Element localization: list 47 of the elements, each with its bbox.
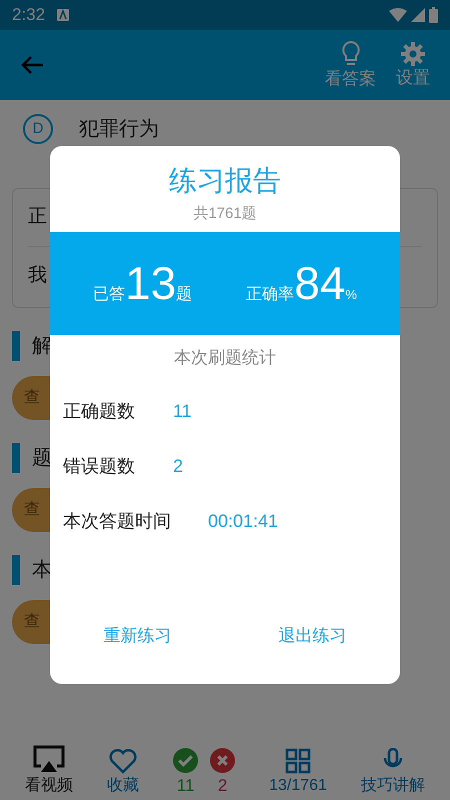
stat-label: 正确题数 bbox=[63, 400, 136, 422]
stat-label: 错误题数 bbox=[63, 454, 136, 478]
section-title: 解 bbox=[32, 334, 52, 359]
signal-icon bbox=[411, 8, 425, 22]
clock: 2:32 bbox=[12, 4, 46, 26]
video-tab[interactable]: 看视频 bbox=[25, 744, 74, 798]
correct-count: 11 bbox=[176, 774, 194, 796]
retry-button[interactable]: 重新练习 bbox=[96, 622, 180, 648]
cross-icon bbox=[210, 748, 236, 772]
section-title: 题 bbox=[32, 446, 52, 471]
option-text: 犯罪行为 bbox=[79, 117, 159, 142]
back-icon[interactable] bbox=[20, 55, 44, 75]
stat-value: 11 bbox=[173, 400, 192, 422]
wrong-count: 2 bbox=[218, 774, 228, 796]
section-marker bbox=[12, 443, 20, 473]
answered-value: 13 bbox=[125, 260, 176, 306]
section-marker bbox=[12, 331, 20, 361]
card-text: 我 bbox=[28, 264, 47, 288]
battery-icon bbox=[429, 7, 438, 23]
accuracy-value: 84 bbox=[294, 260, 346, 306]
card-text: 正 bbox=[28, 205, 47, 230]
heart-icon bbox=[109, 748, 138, 774]
screen-icon bbox=[32, 744, 66, 774]
settings-button[interactable]: 设置 bbox=[396, 41, 430, 89]
unit-label: 题 bbox=[176, 285, 192, 305]
exit-button[interactable]: 退出练习 bbox=[270, 622, 354, 648]
section-title: 本 bbox=[32, 558, 52, 583]
favorite-tab[interactable]: 收藏 bbox=[107, 748, 140, 798]
answered-label: 已答 bbox=[93, 285, 126, 305]
option-letter: D bbox=[23, 114, 53, 144]
stat-label: 本次答题时间 bbox=[63, 510, 172, 532]
show-answer-button[interactable]: 看答案 bbox=[325, 40, 376, 90]
wifi-icon bbox=[389, 8, 407, 22]
progress-tab[interactable]: 13/1761 bbox=[269, 748, 327, 798]
notification-icon bbox=[57, 9, 70, 21]
section-marker bbox=[12, 555, 20, 585]
accuracy-label: 正确率 bbox=[246, 284, 294, 305]
unit-label: % bbox=[345, 286, 357, 304]
stats-heading: 本次刷题统计 bbox=[173, 347, 277, 369]
dialog-title: 练习报告 bbox=[168, 164, 282, 198]
total-count: 共1761题 bbox=[192, 204, 258, 224]
grid-icon bbox=[285, 748, 312, 774]
settings-icon bbox=[400, 41, 426, 68]
stat-value: 00:01:41 bbox=[208, 510, 278, 532]
tips-tab[interactable]: 技巧讲解 bbox=[360, 748, 425, 798]
stat-value: 2 bbox=[173, 454, 184, 478]
check-icon bbox=[173, 748, 198, 772]
